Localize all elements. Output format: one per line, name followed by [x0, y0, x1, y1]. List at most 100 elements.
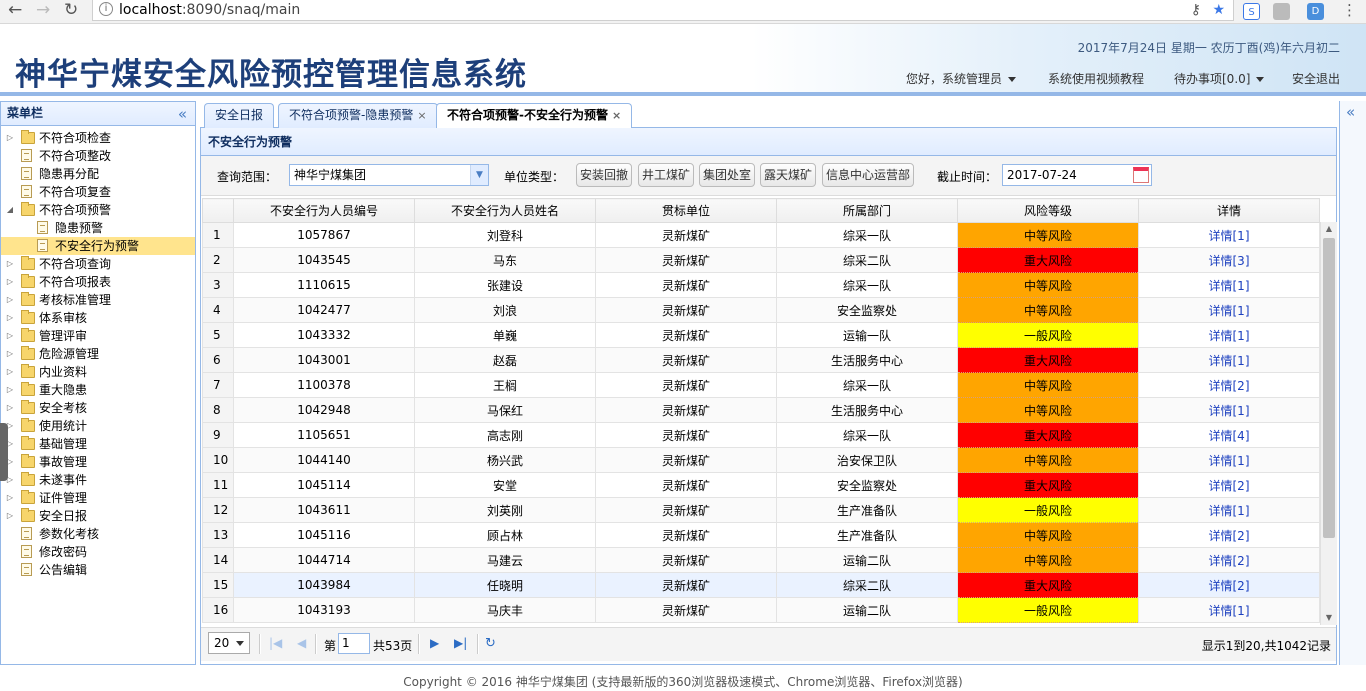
- tab[interactable]: 不符合项预警-隐患预警 ×: [278, 103, 438, 128]
- scrollbar-thumb[interactable]: [1323, 238, 1335, 538]
- unit-button-underground-mine[interactable]: 井工煤矿: [638, 163, 695, 187]
- collapsed-toggle-icon[interactable]: ▷: [5, 381, 15, 399]
- sidebar-item[interactable]: ▷ 考核标准管理: [1, 291, 195, 309]
- table-row[interactable]: 16 1043193 马庆丰 灵新煤矿 运输二队 一般风险 详情[1]: [202, 597, 1320, 623]
- collapsed-toggle-icon[interactable]: ▷: [5, 327, 15, 345]
- collapsed-toggle-icon[interactable]: ▷: [5, 345, 15, 363]
- table-row[interactable]: 2 1043545 马东 灵新煤矿 综采二队 重大风险 详情[3]: [202, 247, 1320, 273]
- first-page-icon[interactable]: |◀: [269, 636, 282, 650]
- expand-right-icon[interactable]: «: [1346, 103, 1355, 121]
- d-extension-icon[interactable]: D: [1307, 3, 1324, 20]
- detail-link[interactable]: 详情[1]: [1209, 229, 1250, 243]
- collapse-left-icon[interactable]: «: [178, 103, 187, 126]
- detail-link[interactable]: 详情[1]: [1209, 354, 1250, 368]
- sidebar-item[interactable]: 不符合项整改: [1, 147, 195, 165]
- refresh-icon[interactable]: ↻: [485, 636, 496, 651]
- table-row[interactable]: 7 1100378 王榈 灵新煤矿 综采一队 中等风险 详情[2]: [202, 372, 1320, 398]
- sidebar-item[interactable]: ▷ 内业资料: [1, 363, 195, 381]
- sidebar-item[interactable]: 隐患再分配: [1, 165, 195, 183]
- sidebar-item[interactable]: ▷ 重大隐患: [1, 381, 195, 399]
- table-row[interactable]: 15 1043984 任晓明 灵新煤矿 综采二队 重大风险 详情[2]: [202, 572, 1320, 598]
- todo-menu[interactable]: 待办事项[0.0]: [1174, 70, 1265, 87]
- logout-link[interactable]: 安全退出: [1292, 70, 1340, 87]
- unit-button-install-withdraw[interactable]: 安装回撤: [576, 163, 633, 187]
- collapsed-toggle-icon[interactable]: ▷: [5, 255, 15, 273]
- shield-extension-icon[interactable]: S: [1243, 3, 1260, 20]
- sidebar-item[interactable]: 参数化考核: [1, 525, 195, 543]
- sidebar-item[interactable]: ▷ 危险源管理: [1, 345, 195, 363]
- sidebar-item[interactable]: ▷ 证件管理: [1, 489, 195, 507]
- detail-link[interactable]: 详情[2]: [1209, 379, 1250, 393]
- collapsed-toggle-icon[interactable]: ▷: [5, 399, 15, 417]
- table-row[interactable]: 8 1042948 马保红 灵新煤矿 生活服务中心 中等风险 详情[1]: [202, 397, 1320, 423]
- tab[interactable]: 安全日报: [204, 103, 275, 128]
- sidebar-item[interactable]: ▷ 使用统计: [1, 417, 195, 435]
- sidebar-item[interactable]: 隐患预警: [1, 219, 195, 237]
- info-icon[interactable]: i: [99, 2, 113, 16]
- forward-icon[interactable]: →: [36, 0, 50, 22]
- unit-button-group-office[interactable]: 集团处室: [699, 163, 756, 187]
- table-row[interactable]: 4 1042477 刘浪 灵新煤矿 安全监察处 中等风险 详情[1]: [202, 297, 1320, 323]
- sidebar-item[interactable]: ▷ 体系审核: [1, 309, 195, 327]
- last-page-icon[interactable]: ▶|: [454, 636, 467, 650]
- scroll-down-icon[interactable]: ▼: [1321, 611, 1337, 625]
- menu-icon[interactable]: ⋮: [1341, 3, 1358, 20]
- detail-link[interactable]: 详情[1]: [1209, 454, 1250, 468]
- table-row[interactable]: 3 1110615 张建设 灵新煤矿 综采一队 中等风险 详情[1]: [202, 272, 1320, 298]
- sidebar-item[interactable]: ▷ 安全考核: [1, 399, 195, 417]
- next-page-icon[interactable]: ▶: [430, 636, 439, 650]
- chevron-down-icon[interactable]: ▼: [470, 165, 488, 185]
- key-icon[interactable]: ⚷: [1191, 1, 1201, 19]
- sidebar-item[interactable]: ▷ 不符合项查询: [1, 255, 195, 273]
- detail-link[interactable]: 详情[2]: [1209, 554, 1250, 568]
- page-size-select[interactable]: 20: [208, 632, 250, 654]
- table-row[interactable]: 14 1044714 马建云 灵新煤矿 运输二队 中等风险 详情[2]: [202, 547, 1320, 573]
- collapsed-toggle-icon[interactable]: ▷: [5, 129, 15, 147]
- sidebar-item[interactable]: ▷ 安全日报: [1, 507, 195, 525]
- sidebar-item[interactable]: ◢ 不符合项预警: [1, 201, 195, 219]
- tab[interactable]: 不符合项预警-不安全行为预警 ×: [436, 103, 633, 129]
- detail-link[interactable]: 详情[1]: [1209, 604, 1250, 618]
- sidebar-item[interactable]: ▷ 不符合项检查: [1, 129, 195, 147]
- reload-icon[interactable]: ↻: [64, 0, 78, 22]
- back-icon[interactable]: ←: [8, 0, 22, 22]
- column-header[interactable]: 不安全行为人员编号: [233, 198, 415, 223]
- cloud-extension-icon[interactable]: [1273, 3, 1290, 20]
- detail-link[interactable]: 详情[1]: [1209, 279, 1250, 293]
- bookmark-star-icon[interactable]: ★: [1212, 1, 1225, 19]
- sidebar-item[interactable]: ▷ 事故管理: [1, 453, 195, 471]
- detail-link[interactable]: 详情[2]: [1209, 579, 1250, 593]
- vertical-scrollbar[interactable]: ▲ ▼: [1320, 222, 1337, 625]
- side-drag-handle[interactable]: [0, 423, 8, 481]
- table-row[interactable]: 11 1045114 安堂 灵新煤矿 安全监察处 重大风险 详情[2]: [202, 472, 1320, 498]
- calendar-icon[interactable]: [1133, 167, 1149, 183]
- detail-link[interactable]: 详情[1]: [1209, 404, 1250, 418]
- detail-link[interactable]: 详情[2]: [1209, 529, 1250, 543]
- sidebar-item[interactable]: 不符合项复查: [1, 183, 195, 201]
- close-icon[interactable]: ×: [417, 109, 426, 122]
- page-number-input[interactable]: 1: [338, 633, 370, 654]
- sidebar-item[interactable]: ▷ 不符合项报表: [1, 273, 195, 291]
- column-header[interactable]: 详情: [1138, 198, 1320, 223]
- table-row[interactable]: 10 1044140 杨兴武 灵新煤矿 治安保卫队 中等风险 详情[1]: [202, 447, 1320, 473]
- prev-page-icon[interactable]: ◀: [297, 636, 306, 650]
- table-row[interactable]: 5 1043332 单巍 灵新煤矿 运输一队 一般风险 详情[1]: [202, 322, 1320, 348]
- scroll-up-icon[interactable]: ▲: [1321, 222, 1337, 236]
- detail-link[interactable]: 详情[2]: [1209, 479, 1250, 493]
- table-row[interactable]: 13 1045116 顾占林 灵新煤矿 生产准备队 中等风险 详情[2]: [202, 522, 1320, 548]
- unit-button-info-center[interactable]: 信息中心运营部: [822, 163, 915, 187]
- detail-link[interactable]: 详情[1]: [1209, 329, 1250, 343]
- sidebar-item[interactable]: 公告编辑: [1, 561, 195, 579]
- column-header[interactable]: 所属部门: [776, 198, 958, 223]
- user-menu[interactable]: 您好，系统管理员: [906, 70, 1017, 87]
- unit-button-open-pit-mine[interactable]: 露天煤矿: [760, 163, 817, 187]
- detail-link[interactable]: 详情[1]: [1209, 304, 1250, 318]
- column-header[interactable]: 风险等级: [957, 198, 1139, 223]
- deadline-date-input[interactable]: 2017-07-24: [1002, 164, 1152, 186]
- column-header[interactable]: 不安全行为人员姓名: [414, 198, 596, 223]
- sidebar-item[interactable]: ▷ 基础管理: [1, 435, 195, 453]
- address-bar[interactable]: i localhost:8090/snaq/main ⚷ ★: [92, 0, 1234, 21]
- table-row[interactable]: 9 1105651 高志刚 灵新煤矿 综采一队 重大风险 详情[4]: [202, 422, 1320, 448]
- expanded-toggle-icon[interactable]: ◢: [5, 201, 15, 219]
- sidebar-item[interactable]: ▷ 管理评审: [1, 327, 195, 345]
